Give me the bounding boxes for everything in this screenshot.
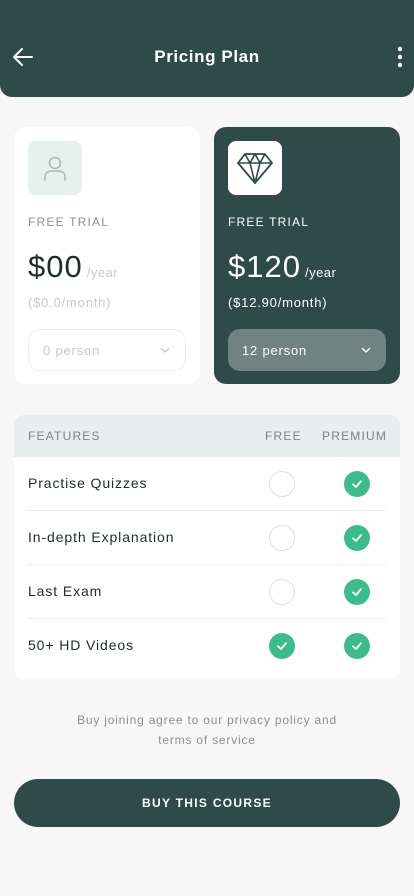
buy-course-button[interactable]: BUY THIS COURSE: [14, 779, 400, 827]
features-table: FEATURES FREE PREMIUM Practise Quizzes In…: [14, 415, 400, 679]
plan-card-free[interactable]: FREE TRIAL $00/year ($0.0/month) 0 perso…: [14, 127, 200, 384]
app-header: Pricing Plan: [0, 0, 414, 97]
free-column-header: FREE: [265, 429, 302, 443]
chevron-down-icon: [361, 347, 371, 353]
check-icon: [344, 633, 370, 659]
more-options-button[interactable]: [395, 44, 405, 70]
empty-circle-icon: [269, 471, 295, 497]
user-icon: [44, 156, 66, 181]
check-icon: [344, 525, 370, 551]
feature-name: 50+ HD Videos: [28, 637, 135, 653]
plan-price: $120: [228, 249, 301, 284]
select-value: 0 person: [43, 342, 100, 358]
premium-column-header: PREMIUM: [322, 429, 388, 443]
check-icon: [344, 471, 370, 497]
plan-period: /year: [304, 265, 337, 280]
plan-icon-box: [28, 141, 82, 195]
plan-label: FREE TRIAL: [28, 215, 110, 229]
plan-label: FREE TRIAL: [228, 215, 310, 229]
page-title: Pricing Plan: [154, 47, 260, 66]
person-select[interactable]: 12 person: [228, 329, 386, 371]
feature-name: Last Exam: [28, 583, 103, 599]
price-row: $120/year: [228, 249, 336, 285]
terms-line: Buy joining agree to our privacy policy …: [77, 713, 337, 727]
plan-card-premium[interactable]: FREE TRIAL $120/year ($12.90/month) 12 p…: [214, 127, 400, 384]
chevron-down-icon: [160, 347, 170, 353]
table-row: In-depth Explanation: [14, 511, 400, 565]
plan-monthly-price: ($0.0/month): [28, 295, 112, 310]
diamond-icon: [237, 153, 273, 184]
plan-icon-box: [228, 141, 282, 195]
price-row: $00/year: [28, 249, 118, 285]
plan-period: /year: [86, 265, 119, 280]
empty-circle-icon: [269, 525, 295, 551]
table-row: 50+ HD Videos: [14, 619, 400, 673]
features-column-header: FEATURES: [28, 429, 101, 443]
check-icon: [344, 579, 370, 605]
empty-circle-icon: [269, 579, 295, 605]
plan-monthly-price: ($12.90/month): [228, 295, 328, 310]
table-row: Practise Quizzes: [14, 457, 400, 511]
table-row: Last Exam: [14, 565, 400, 619]
select-value: 12 person: [242, 342, 308, 358]
feature-name: In-depth Explanation: [28, 529, 175, 545]
terms-text: Buy joining agree to our privacy policy …: [40, 710, 374, 750]
features-header: FEATURES FREE PREMIUM: [14, 415, 400, 457]
more-vertical-icon: [397, 46, 403, 68]
plan-price: $00: [28, 249, 83, 284]
check-icon: [269, 633, 295, 659]
person-select[interactable]: 0 person: [28, 329, 186, 371]
feature-name: Practise Quizzes: [28, 475, 148, 491]
terms-line[interactable]: terms of service: [40, 730, 374, 750]
